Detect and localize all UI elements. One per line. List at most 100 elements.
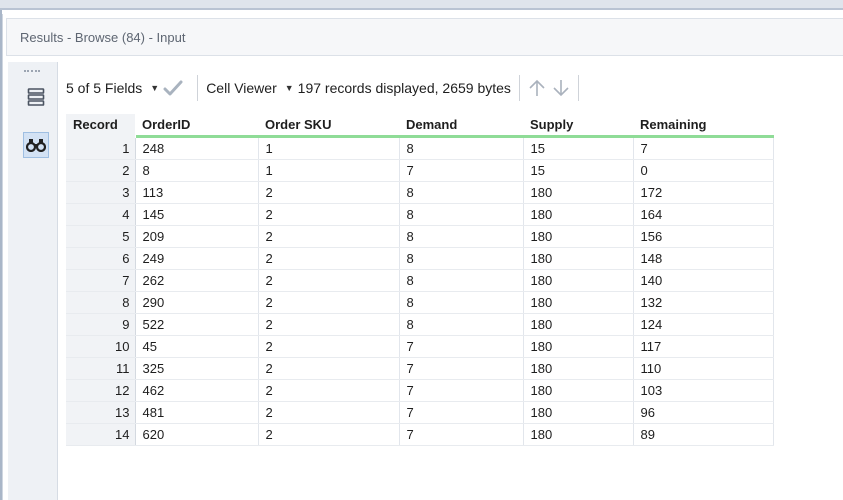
table-cell[interactable]: 620 xyxy=(135,423,259,446)
table-cell[interactable]: 462 xyxy=(135,379,259,402)
table-cell[interactable]: 2 xyxy=(258,269,400,292)
table-cell[interactable]: 7 xyxy=(399,159,524,182)
table-cell[interactable]: 117 xyxy=(633,335,774,358)
table-cell[interactable]: 481 xyxy=(135,401,259,424)
table-cell[interactable]: 8 xyxy=(399,203,524,226)
table-cell[interactable]: 180 xyxy=(523,291,634,314)
table-cell[interactable]: 148 xyxy=(633,247,774,270)
table-cell[interactable]: 180 xyxy=(523,423,634,446)
table-cell[interactable]: 180 xyxy=(523,401,634,424)
table-cell[interactable]: 180 xyxy=(523,313,634,336)
table-row[interactable]: 9 522 2 8 180 124 xyxy=(66,313,774,336)
table-cell[interactable]: 113 xyxy=(135,181,259,204)
table-cell[interactable]: 522 xyxy=(135,313,259,336)
table-cell[interactable]: 7 xyxy=(399,401,524,424)
table-cell[interactable]: 15 xyxy=(523,159,634,182)
table-cell[interactable]: 290 xyxy=(135,291,259,314)
table-cell[interactable]: 145 xyxy=(135,203,259,226)
table-cell[interactable]: 45 xyxy=(135,335,259,358)
table-cell[interactable]: 1 xyxy=(258,136,400,160)
checkmark-icon[interactable] xyxy=(163,80,183,96)
table-row[interactable]: 2 8 1 7 15 0 xyxy=(66,159,774,182)
record-number-cell: 13 xyxy=(66,401,136,424)
table-cell[interactable]: 164 xyxy=(633,203,774,226)
table-cell[interactable]: 8 xyxy=(399,247,524,270)
drag-grip-handle[interactable] xyxy=(24,70,40,75)
table-cell[interactable]: 2 xyxy=(258,225,400,248)
table-row[interactable]: 14 620 2 7 180 89 xyxy=(66,423,774,446)
table-cell[interactable]: 2 xyxy=(258,401,400,424)
table-cell[interactable]: 7 xyxy=(399,335,524,358)
table-row[interactable]: 12 462 2 7 180 103 xyxy=(66,379,774,402)
table-row[interactable]: 8 290 2 8 180 132 xyxy=(66,291,774,314)
table-cell[interactable]: 8 xyxy=(399,181,524,204)
table-cell[interactable]: 249 xyxy=(135,247,259,270)
table-cell[interactable]: 89 xyxy=(633,423,774,446)
column-header-order-sku[interactable]: Order SKU xyxy=(258,114,399,138)
table-cell[interactable]: 124 xyxy=(633,313,774,336)
table-row[interactable]: 3 113 2 8 180 172 xyxy=(66,181,774,204)
table-cell[interactable]: 8 xyxy=(399,313,524,336)
table-cell[interactable]: 262 xyxy=(135,269,259,292)
table-cell[interactable]: 8 xyxy=(399,269,524,292)
table-cell[interactable]: 132 xyxy=(633,291,774,314)
table-cell[interactable]: 7 xyxy=(399,423,524,446)
arrow-down-icon[interactable] xyxy=(552,78,570,98)
arrow-up-icon[interactable] xyxy=(528,78,546,98)
table-row[interactable]: 1 248 1 8 15 7 xyxy=(66,136,774,160)
table-cell[interactable]: 180 xyxy=(523,269,634,292)
table-cell[interactable]: 180 xyxy=(523,379,634,402)
table-row[interactable]: 11 325 2 7 180 110 xyxy=(66,357,774,380)
table-cell[interactable]: 2 xyxy=(258,247,400,270)
table-row[interactable]: 7 262 2 8 180 140 xyxy=(66,269,774,292)
table-cell[interactable]: 103 xyxy=(633,379,774,402)
table-cell[interactable]: 0 xyxy=(633,159,774,182)
table-cell[interactable]: 172 xyxy=(633,181,774,204)
table-cell[interactable]: 7 xyxy=(633,136,774,160)
table-cell[interactable]: 180 xyxy=(523,335,634,358)
table-cell[interactable]: 1 xyxy=(258,159,400,182)
table-cell[interactable]: 2 xyxy=(258,203,400,226)
table-cell[interactable]: 140 xyxy=(633,269,774,292)
table-cell[interactable]: 2 xyxy=(258,181,400,204)
column-header-demand[interactable]: Demand xyxy=(399,114,523,138)
cell-viewer-button[interactable]: Cell Viewer ▼ xyxy=(206,80,297,96)
table-cell[interactable]: 248 xyxy=(135,136,259,160)
table-row[interactable]: 5 209 2 8 180 156 xyxy=(66,225,774,248)
table-cell[interactable]: 209 xyxy=(135,225,259,248)
table-row[interactable]: 6 249 2 8 180 148 xyxy=(66,247,774,270)
table-row[interactable]: 4 145 2 8 180 164 xyxy=(66,203,774,226)
table-cell[interactable]: 2 xyxy=(258,291,400,314)
table-cell[interactable]: 180 xyxy=(523,203,634,226)
table-cell[interactable]: 180 xyxy=(523,357,634,380)
list-view-icon[interactable] xyxy=(23,84,49,110)
table-cell[interactable]: 2 xyxy=(258,357,400,380)
table-cell[interactable]: 180 xyxy=(523,225,634,248)
table-cell[interactable]: 8 xyxy=(399,291,524,314)
table-cell[interactable]: 15 xyxy=(523,136,634,160)
column-header-supply[interactable]: Supply xyxy=(523,114,633,138)
table-row[interactable]: 13 481 2 7 180 96 xyxy=(66,401,774,424)
table-cell[interactable]: 2 xyxy=(258,335,400,358)
table-cell[interactable]: 180 xyxy=(523,247,634,270)
table-cell[interactable]: 2 xyxy=(258,423,400,446)
table-cell[interactable]: 7 xyxy=(399,379,524,402)
column-header-orderid[interactable]: OrderID xyxy=(135,114,258,138)
table-cell[interactable]: 325 xyxy=(135,357,259,380)
fields-selector-button[interactable]: 5 of 5 Fields ▼ xyxy=(66,80,163,96)
table-cell[interactable]: 2 xyxy=(258,313,400,336)
table-cell[interactable]: 2 xyxy=(258,379,400,402)
table-cell[interactable]: 110 xyxy=(633,357,774,380)
table-cell[interactable]: 96 xyxy=(633,401,774,424)
binoculars-icon[interactable] xyxy=(23,132,49,158)
table-row[interactable]: 10 45 2 7 180 117 xyxy=(66,335,774,358)
table-cell[interactable]: 8 xyxy=(399,225,524,248)
table-cell[interactable]: 8 xyxy=(135,159,259,182)
column-header-record[interactable]: Record xyxy=(66,114,135,137)
table-cell[interactable]: 156 xyxy=(633,225,774,248)
column-header-remaining[interactable]: Remaining xyxy=(633,114,773,138)
table-cell[interactable]: 180 xyxy=(523,181,634,204)
table-cell[interactable]: 7 xyxy=(399,357,524,380)
table-cell[interactable]: 8 xyxy=(399,136,524,160)
record-number-cell: 14 xyxy=(66,423,136,446)
